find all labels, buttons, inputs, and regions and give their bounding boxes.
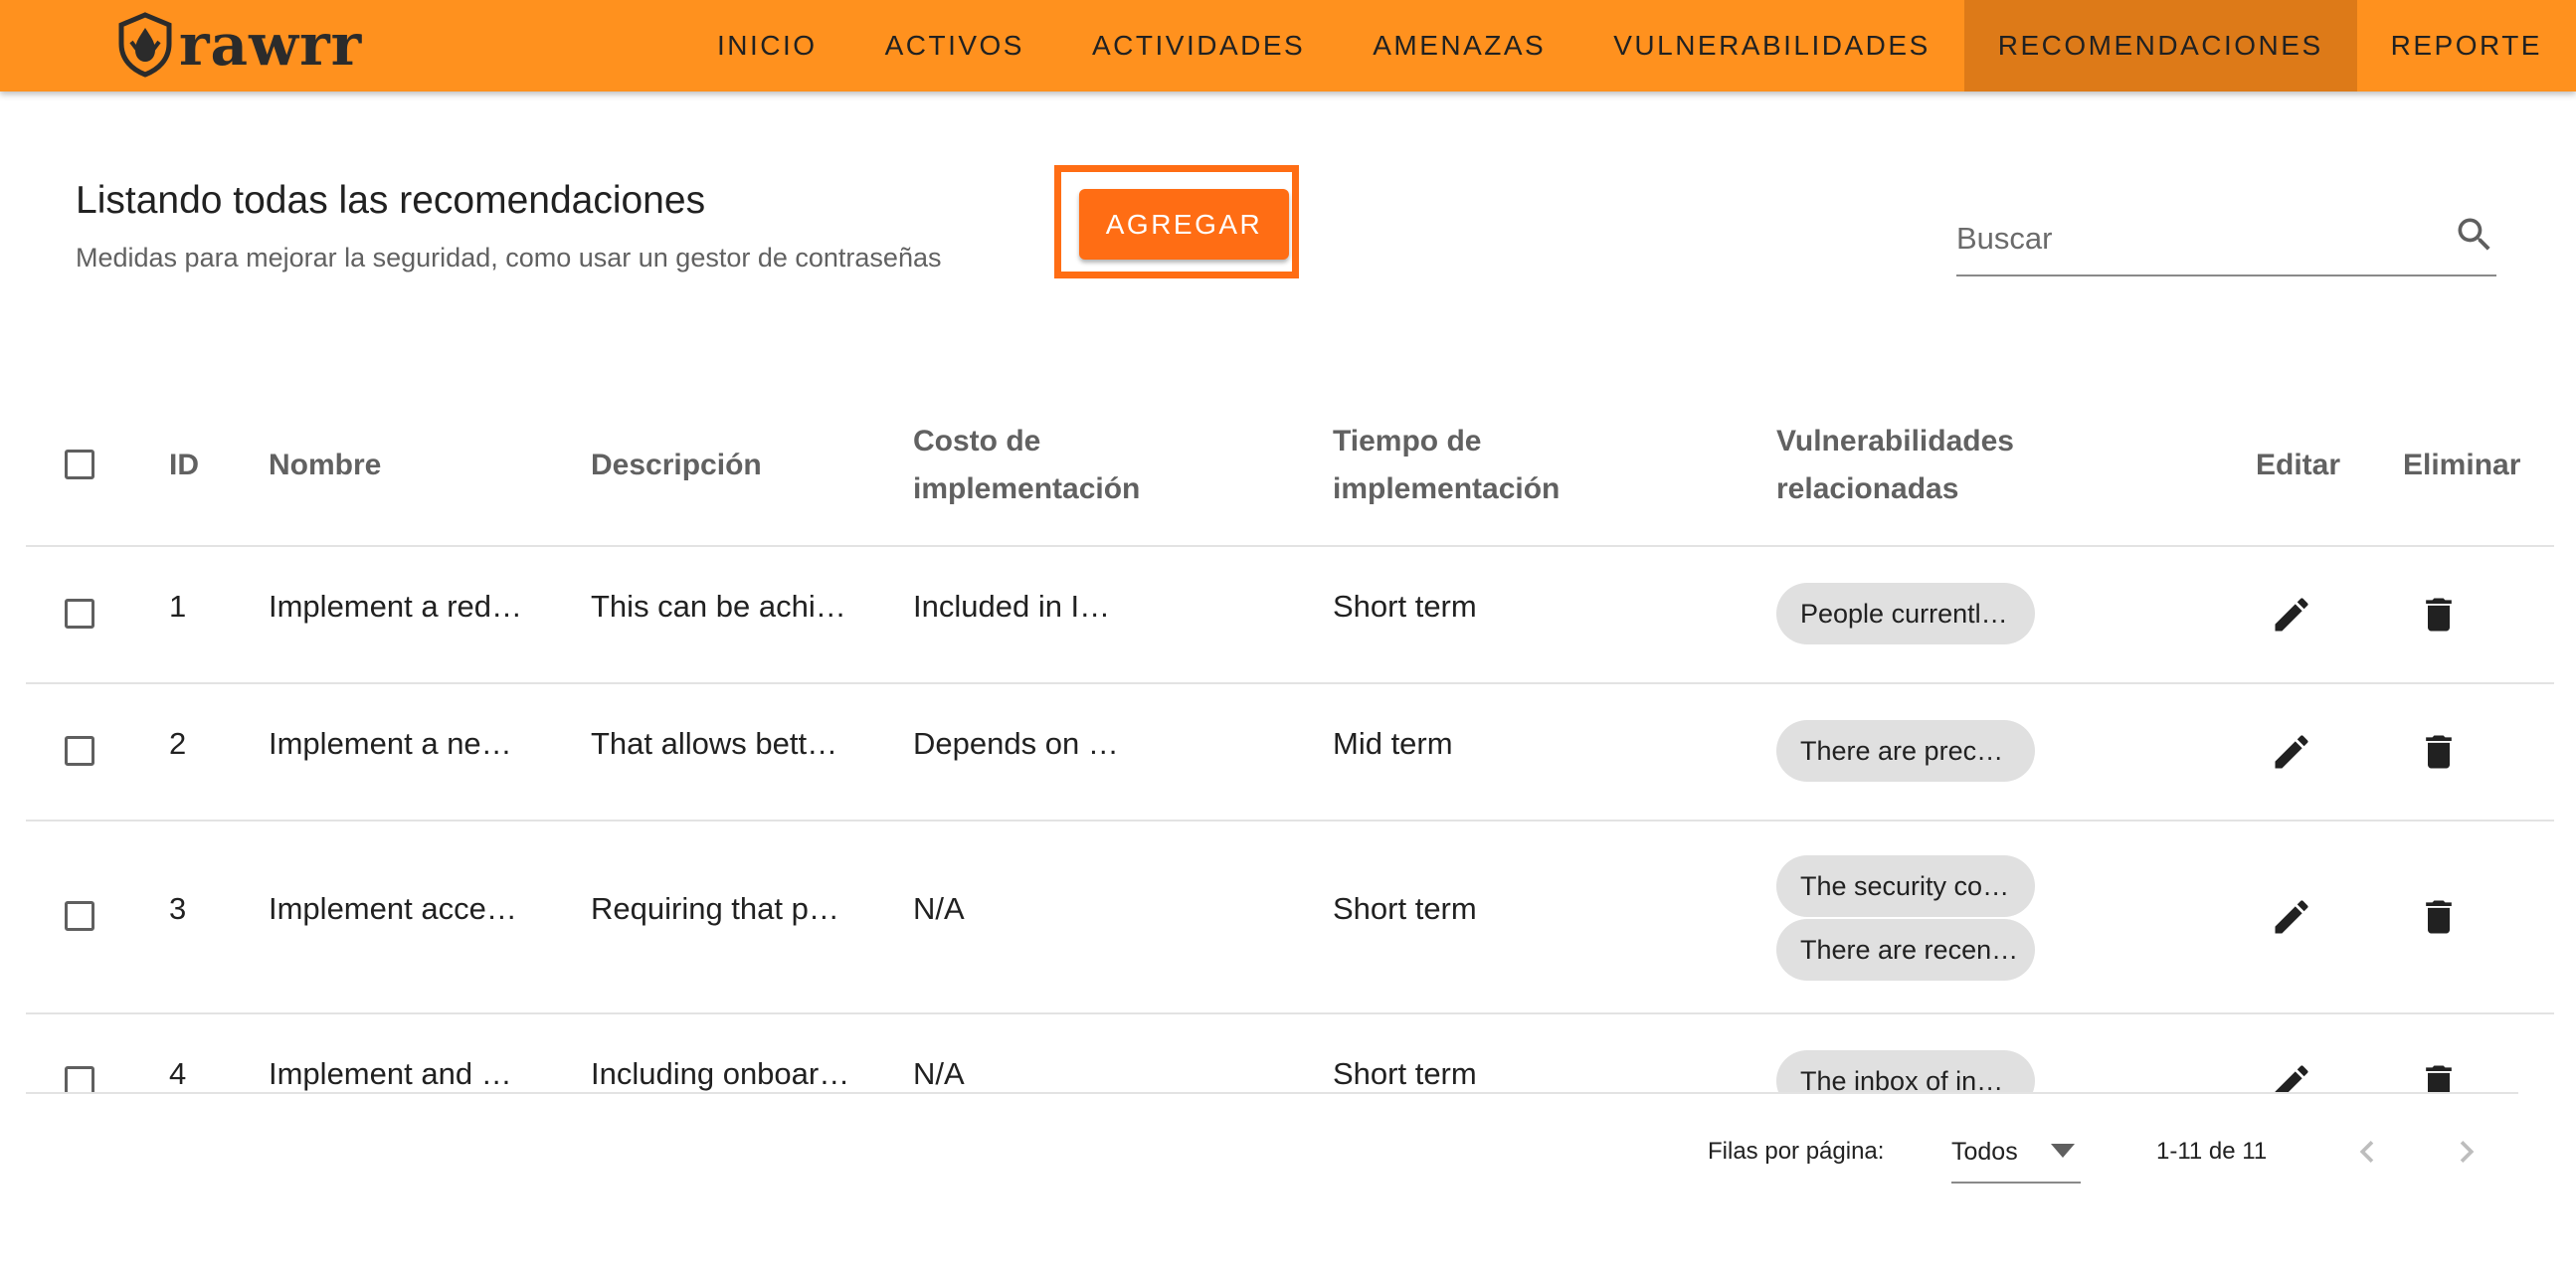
column-header-edit: Editar xyxy=(2256,449,2341,481)
vulnerability-chip[interactable]: There are prec… xyxy=(1776,720,2035,782)
row-checkbox[interactable] xyxy=(65,1066,94,1094)
recommendations-table: ID Nombre Descripción Costo de implement… xyxy=(26,398,2554,1094)
trash-icon[interactable] xyxy=(2417,895,2461,939)
nav-item-activos[interactable]: ACTIVOS xyxy=(851,0,1058,91)
cell-id: 3 xyxy=(169,891,187,926)
main-nav: INICIO ACTIVOS ACTIVIDADES AMENAZAS VULN… xyxy=(683,0,2576,91)
column-header-vulnerabilities-line2: relacionadas xyxy=(1776,472,1959,505)
cell-time: Short term xyxy=(1333,589,1477,624)
search-icon[interactable] xyxy=(2453,213,2496,257)
column-header-vulnerabilities[interactable]: Vulnerabilidades relacionadas xyxy=(1776,418,2014,513)
trash-icon[interactable] xyxy=(2417,593,2461,637)
nav-item-inicio[interactable]: INICIO xyxy=(683,0,851,91)
cell-name: Implement acce… xyxy=(269,891,517,926)
caret-down-icon xyxy=(2051,1144,2075,1158)
pencil-icon[interactable] xyxy=(2270,895,2313,939)
column-header-time[interactable]: Tiempo de implementación xyxy=(1333,418,1560,513)
rows-per-page-value: Todos xyxy=(1951,1138,2018,1166)
cell-description: Requiring that p… xyxy=(591,891,839,926)
table-row[interactable]: 1 Implement a red… This can be achi… Inc… xyxy=(26,547,2554,684)
table-row[interactable]: 4 Implement and … Including onboar… N/A … xyxy=(26,1014,2554,1094)
column-header-id[interactable]: ID xyxy=(169,442,199,489)
row-checkbox[interactable] xyxy=(65,599,94,629)
column-header-vulnerabilities-line1: Vulnerabilidades xyxy=(1776,425,2014,457)
trash-icon[interactable] xyxy=(2417,730,2461,774)
column-header-cost-line1: Costo de xyxy=(913,425,1041,457)
pagination-range: 1-11 de 11 xyxy=(2156,1138,2268,1165)
pencil-icon[interactable] xyxy=(2270,593,2313,637)
cell-id: 1 xyxy=(169,589,187,624)
search-input[interactable] xyxy=(1956,217,2434,261)
cell-id: 2 xyxy=(169,726,187,761)
table-footer-divider xyxy=(26,1092,2518,1094)
cell-id: 4 xyxy=(169,1056,187,1091)
cell-time: Short term xyxy=(1333,891,1477,926)
search-field[interactable] xyxy=(1956,205,2496,276)
cell-name: Implement and … xyxy=(269,1056,512,1091)
column-header-cost-line2: implementación xyxy=(913,472,1141,505)
top-app-bar: rawrr INICIO ACTIVOS ACTIVIDADES AMENAZA… xyxy=(0,0,2576,91)
cell-cost: N/A xyxy=(913,1056,965,1091)
column-header-name[interactable]: Nombre xyxy=(269,442,381,489)
vulnerability-chip[interactable]: There are recen… xyxy=(1776,919,2035,981)
cell-time: Short term xyxy=(1333,1056,1477,1091)
nav-item-amenazas[interactable]: AMENAZAS xyxy=(1339,0,1579,91)
page-subtitle: Medidas para mejorar la seguridad, como … xyxy=(76,243,942,273)
shield-logo-icon xyxy=(118,12,172,78)
add-button[interactable]: AGREGAR xyxy=(1079,189,1289,260)
select-all-checkbox[interactable] xyxy=(65,450,94,479)
column-header-time-line2: implementación xyxy=(1333,472,1561,505)
vulnerability-chip[interactable]: The inbox of in… xyxy=(1776,1050,2035,1094)
app-logo[interactable]: rawrr xyxy=(117,12,362,78)
cell-time: Mid term xyxy=(1333,726,1453,761)
cell-cost: Included in I… xyxy=(913,589,1111,624)
vulnerability-chip[interactable]: The security co… xyxy=(1776,855,2035,917)
nav-item-reporte[interactable]: REPORTE xyxy=(2357,0,2576,91)
row-checkbox[interactable] xyxy=(65,736,94,766)
cell-cost: Depends on … xyxy=(913,726,1119,761)
column-header-delete: Eliminar xyxy=(2403,449,2521,481)
table-row[interactable]: 3 Implement acce… Requiring that p… N/A … xyxy=(26,822,2554,1014)
cell-cost: N/A xyxy=(913,891,965,926)
cell-description: That allows bett… xyxy=(591,726,838,761)
column-header-description[interactable]: Descripción xyxy=(591,442,762,489)
table-row[interactable]: 2 Implement a ne… That allows bett… Depe… xyxy=(26,684,2554,822)
pencil-icon[interactable] xyxy=(2270,730,2313,774)
nav-item-actividades[interactable]: ACTIVIDADES xyxy=(1058,0,1339,91)
column-header-cost[interactable]: Costo de implementación xyxy=(913,418,1140,513)
column-header-time-line1: Tiempo de xyxy=(1333,425,1482,457)
nav-item-recomendaciones[interactable]: RECOMENDACIONES xyxy=(1963,0,2357,91)
cell-description: Including onboar… xyxy=(591,1056,850,1091)
nav-item-vulnerabilidades[interactable]: VULNERABILIDADES xyxy=(1579,0,1964,91)
vulnerability-chip[interactable]: People currentl… xyxy=(1776,583,2035,644)
pencil-icon[interactable] xyxy=(2270,1060,2313,1094)
rows-per-page-label: Filas por página: xyxy=(1708,1138,1885,1165)
page-title: Listando todas las recomendaciones xyxy=(76,179,706,222)
rows-per-page-select[interactable]: Todos xyxy=(1951,1120,2081,1184)
chevron-right-icon[interactable] xyxy=(2445,1130,2488,1174)
trash-icon[interactable] xyxy=(2417,1060,2461,1094)
table-header: ID Nombre Descripción Costo de implement… xyxy=(26,398,2554,547)
row-checkbox[interactable] xyxy=(65,901,94,931)
cell-description: This can be achi… xyxy=(591,589,846,624)
cell-name: Implement a red… xyxy=(269,589,522,624)
chevron-left-icon[interactable] xyxy=(2345,1130,2389,1174)
cell-name: Implement a ne… xyxy=(269,726,512,761)
app-logo-text: rawrr xyxy=(179,11,363,79)
